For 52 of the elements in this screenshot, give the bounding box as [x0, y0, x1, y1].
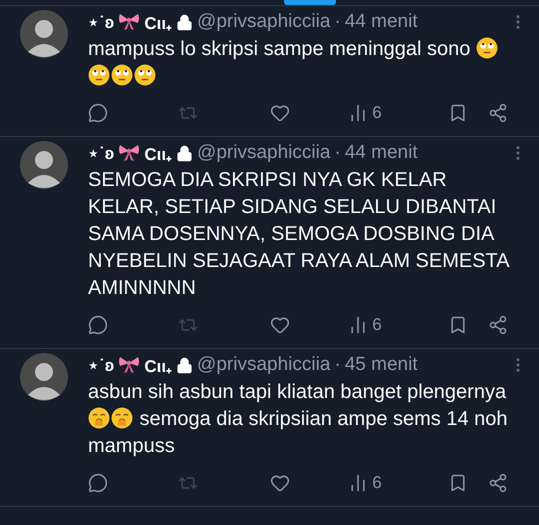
share-button[interactable]: [488, 473, 508, 493]
separator-dot: ·: [334, 11, 341, 33]
views-button[interactable]: 6: [348, 473, 382, 493]
views-button[interactable]: 6: [348, 103, 382, 123]
bow-icon: [118, 356, 140, 374]
avatar: [20, 353, 68, 401]
reply-icon: [88, 315, 108, 335]
tweet-text: SEMOGA DIA SKRIPSI NYA GK KELAR KELAR, SETIAP SIDANG SELALU DIBANTAI SAMA DOSENNYA, SEMOGA DOSBING DIA NYEBELIN SEJAGAAT RAYA ALAM SEMESTA AMINNNNN: [88, 168, 510, 301]
bow-icon: [118, 144, 140, 162]
username[interactable]: @privsaphicciia: [197, 354, 330, 376]
timestamp[interactable]: 45 menit: [344, 354, 418, 376]
avatar: [20, 141, 68, 189]
display-name: Cιι₊: [144, 356, 172, 376]
rolling-eyes-emoji: [134, 64, 156, 86]
bow-icon: [118, 13, 140, 31]
display-name: Cιι₊: [144, 12, 172, 34]
views-button[interactable]: 6: [348, 315, 382, 335]
reply-button[interactable]: [88, 473, 108, 493]
like-button[interactable]: [270, 103, 290, 123]
tab-indicator: [284, 0, 336, 5]
share-icon: [488, 473, 508, 493]
share-button[interactable]: [488, 103, 508, 123]
separator-dot: ·: [334, 142, 341, 164]
display-name: ⋆˙ʚ: [88, 12, 114, 32]
yawning-emoji: [88, 407, 110, 429]
reply-icon: [88, 103, 108, 123]
share-icon: [488, 103, 508, 123]
timestamp[interactable]: 44 menit: [344, 142, 418, 164]
heart-icon: [270, 473, 290, 493]
tweet-text: asbun sih asbun tapi kliatan banget plengernya semoga dia skripsiian ampe sems 14 noh mampuss: [88, 380, 509, 459]
reply-button[interactable]: [88, 315, 108, 335]
separator-dot: ·: [334, 354, 341, 376]
username[interactable]: @privsaphicciia: [197, 11, 330, 33]
username[interactable]: @privsaphicciia: [197, 142, 330, 164]
heart-icon: [270, 103, 290, 123]
timestamp[interactable]: 44 menit: [344, 11, 418, 33]
rolling-eyes-emoji: [88, 64, 110, 86]
display-name: Cιι₊: [144, 144, 172, 164]
like-button[interactable]: [270, 315, 290, 335]
share-button[interactable]: [488, 315, 508, 335]
tweet-text: mampuss lo skripsi sampe meninggal sono: [88, 36, 527, 90]
yawning-emoji: [111, 407, 133, 429]
like-button[interactable]: [270, 473, 290, 493]
rolling-eyes-emoji: [476, 37, 498, 59]
heart-icon: [270, 315, 290, 335]
share-icon: [488, 315, 508, 335]
reply-icon: [88, 473, 108, 493]
display-name: ⋆˙ʚ: [88, 354, 114, 376]
reply-button[interactable]: [88, 103, 108, 123]
avatar: [20, 10, 68, 58]
rolling-eyes-emoji: [111, 64, 133, 86]
display-name: ⋆˙ʚ: [88, 142, 114, 164]
